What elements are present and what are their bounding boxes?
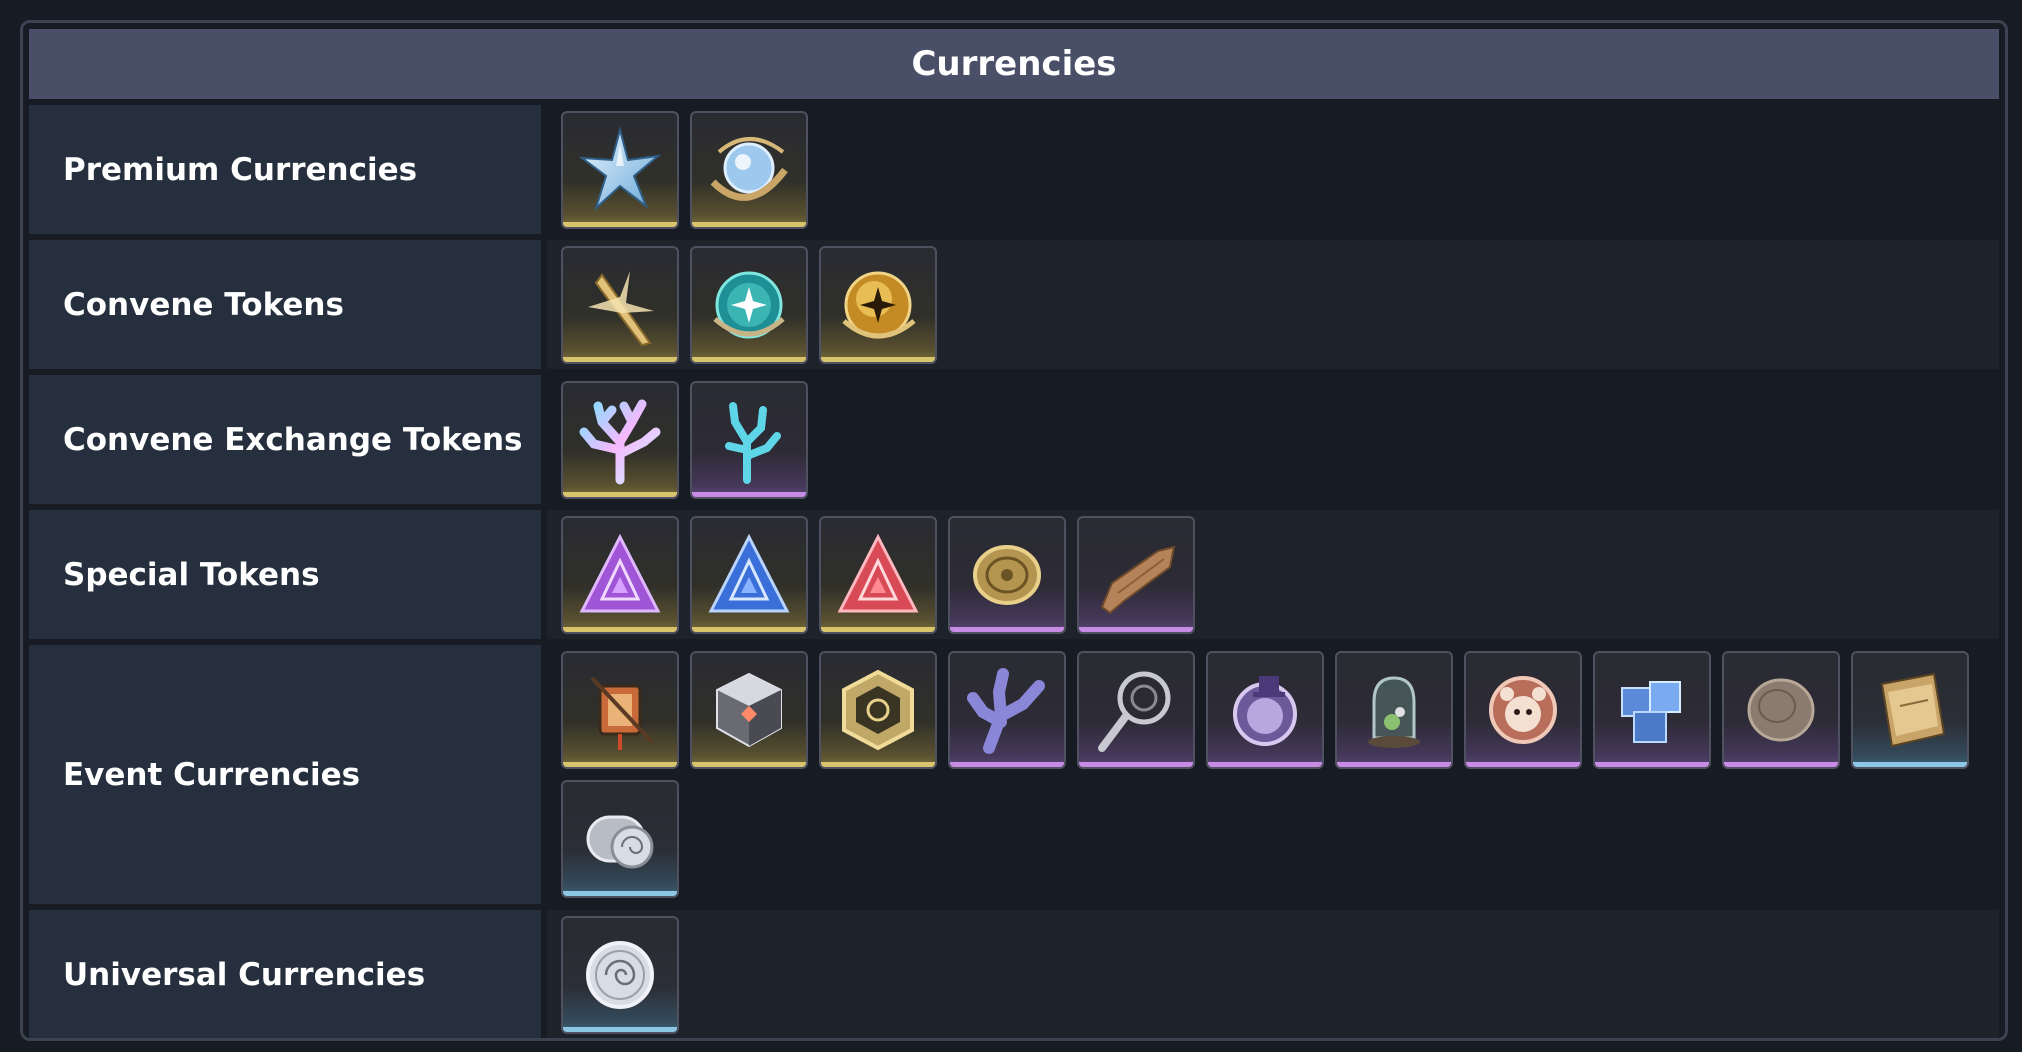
- table-row: Premium Currencies: [29, 105, 1999, 234]
- currency-item[interactable]: [819, 246, 937, 364]
- orb-ring-icon: [710, 137, 788, 201]
- blue-triangle-icon: [708, 533, 790, 613]
- blue-coral-icon: [725, 402, 781, 484]
- red-triangle-icon: [837, 533, 919, 613]
- row-label: Event Currencies: [29, 645, 541, 904]
- currency-item[interactable]: [561, 111, 679, 229]
- currency-item[interactable]: [1851, 651, 1969, 769]
- row-label: Universal Currencies: [29, 910, 541, 1038]
- glass-dome-icon: [1368, 676, 1420, 748]
- currency-item[interactable]: [1593, 651, 1711, 769]
- teal-orb-icon: [713, 271, 785, 339]
- currency-item[interactable]: [690, 651, 808, 769]
- shell-roll-icon: [586, 815, 654, 869]
- table-row: Special Tokens: [29, 510, 1999, 639]
- currency-item[interactable]: [1335, 651, 1453, 769]
- currency-item[interactable]: [1206, 651, 1324, 769]
- currency-item[interactable]: [561, 916, 679, 1034]
- currencies-table: Currencies Premium Currencies Convene Tok…: [20, 20, 2008, 1041]
- lantern-icon: [590, 676, 654, 750]
- item-grid: [547, 910, 1999, 1038]
- currency-item[interactable]: [819, 651, 937, 769]
- cat-badge-icon: [1233, 676, 1297, 746]
- currency-item[interactable]: [561, 651, 679, 769]
- purple-triangle-icon: [579, 533, 661, 613]
- currency-item[interactable]: [1464, 651, 1582, 769]
- magnifier-icon: [1098, 671, 1171, 752]
- purple-coral-icon: [967, 668, 1045, 754]
- bear-coin-icon: [1489, 676, 1557, 744]
- gold-coin-icon: [973, 545, 1041, 605]
- gold-orb-icon: [842, 271, 916, 339]
- currency-item[interactable]: [819, 516, 937, 634]
- currency-item[interactable]: [948, 516, 1066, 634]
- table-row: Universal Currencies: [29, 910, 1999, 1038]
- currency-item[interactable]: [561, 780, 679, 898]
- table-row: Convene Exchange Tokens: [29, 375, 1999, 504]
- currency-item[interactable]: [561, 516, 679, 634]
- ticket-book-icon: [1880, 672, 1946, 748]
- row-label: Premium Currencies: [29, 105, 541, 234]
- item-grid: [547, 645, 1999, 904]
- stone-coin-icon: [1747, 678, 1815, 742]
- currency-item[interactable]: [690, 381, 808, 499]
- iridescent-coral-icon: [579, 399, 661, 485]
- item-grid: [547, 510, 1999, 639]
- shell-coin-icon: [586, 941, 654, 1009]
- row-label: Convene Tokens: [29, 240, 541, 369]
- currency-item[interactable]: [690, 111, 808, 229]
- row-label: Special Tokens: [29, 510, 541, 639]
- currency-item[interactable]: [690, 246, 808, 364]
- table-row: Convene Tokens: [29, 240, 1999, 369]
- table-header: Currencies: [29, 29, 1999, 99]
- item-grid: [547, 375, 1999, 504]
- table-row: Event Currencies: [29, 645, 1999, 904]
- table-title: Currencies: [911, 44, 1117, 84]
- golden-blade-icon: [588, 271, 654, 347]
- ice-cubes-icon: [1621, 681, 1681, 743]
- currency-item[interactable]: [948, 651, 1066, 769]
- item-grid: [547, 105, 1999, 234]
- currency-item[interactable]: [561, 381, 679, 499]
- currency-item[interactable]: [1077, 651, 1195, 769]
- item-grid: [547, 240, 1999, 369]
- currency-item[interactable]: [690, 516, 808, 634]
- currency-item[interactable]: [1077, 516, 1195, 634]
- hexagon-emblem-icon: [842, 669, 914, 751]
- cube-icon: [716, 672, 782, 748]
- star-crystal-icon: [578, 126, 662, 212]
- currency-item[interactable]: [561, 246, 679, 364]
- currency-item[interactable]: [1722, 651, 1840, 769]
- wood-plank-icon: [1100, 545, 1176, 615]
- row-label: Convene Exchange Tokens: [29, 375, 541, 504]
